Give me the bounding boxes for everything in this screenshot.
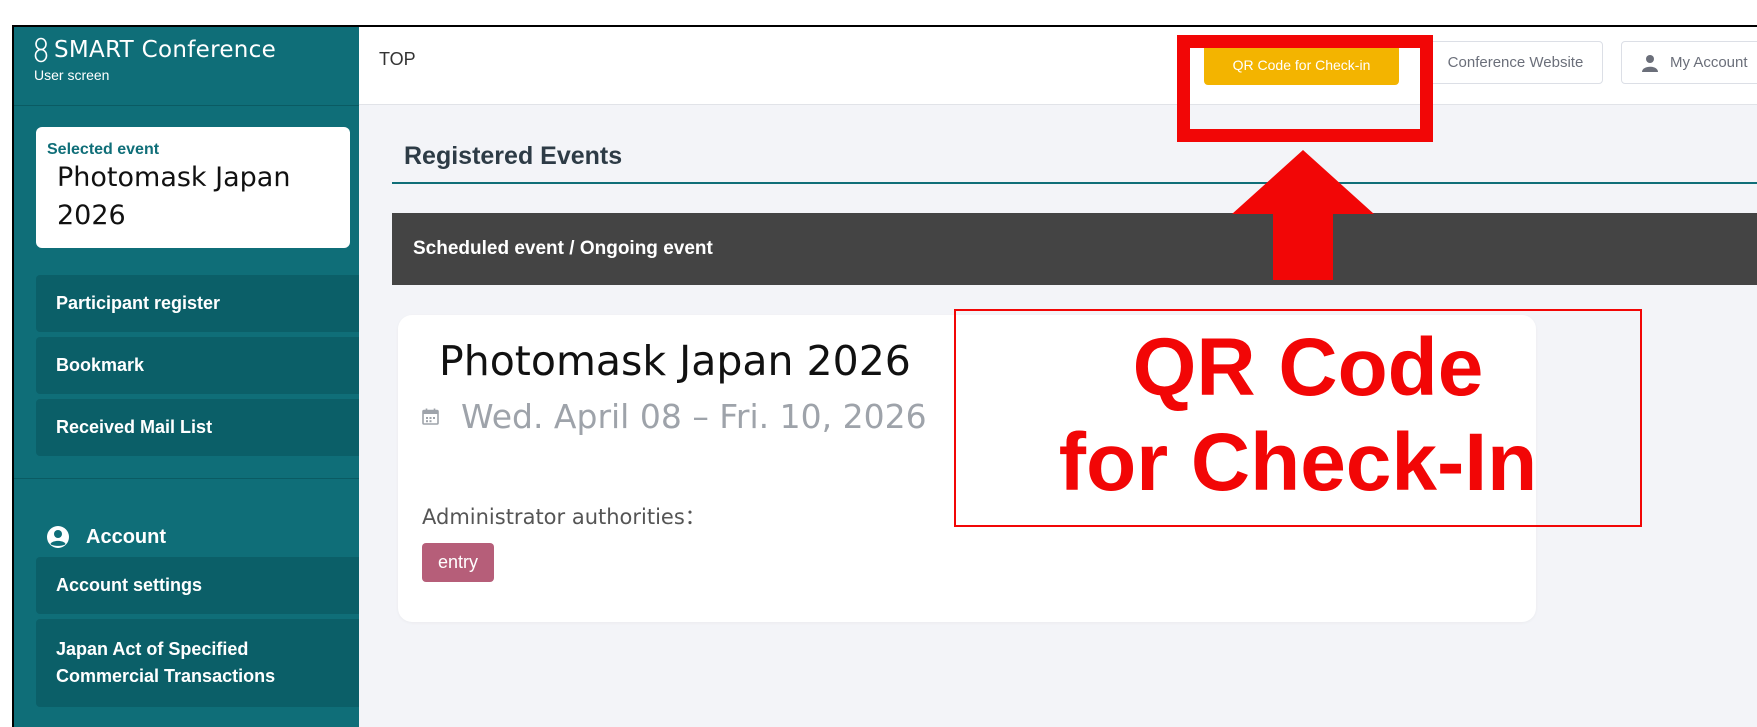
sidebar-item-label: Received Mail List <box>56 417 213 437</box>
selected-event-name: Photomask Japan 2026 <box>57 162 291 231</box>
sidebar: SMART Conference User screen Selected ev… <box>14 27 359 727</box>
event-date-text: Wed. April 08 – Fri. 10, 2026 <box>461 397 927 436</box>
event-name: Photomask Japan 2026 <box>439 337 911 385</box>
conference-website-button[interactable]: Conference Website <box>1428 41 1603 84</box>
highlight-box <box>1177 35 1433 142</box>
event-filter-label: Scheduled event / Ongoing event <box>413 238 713 259</box>
calendar-icon <box>422 408 439 425</box>
top-header: TOP QR Code for Check-in Conference Webs… <box>359 27 1757 105</box>
divider <box>14 478 359 479</box>
sidebar-item-participant-register[interactable]: Participant register <box>36 275 359 332</box>
sidebar-item-account-settings[interactable]: Account settings <box>36 557 359 614</box>
account-heading: Account <box>46 525 166 549</box>
selected-event-card[interactable]: Selected event Photomask Japan 2026 <box>36 127 350 248</box>
sidebar-item-japan-act[interactable]: Japan Act of Specified Commercial Transa… <box>36 619 359 707</box>
annotation-line-2: for Check-In <box>1058 417 1538 508</box>
my-account-button[interactable]: My Account <box>1621 41 1757 84</box>
arrow-up-icon <box>1232 150 1374 280</box>
event-date: Wed. April 08 – Fri. 10, 2026 <box>422 397 927 436</box>
sidebar-item-label: Participant register <box>56 293 221 313</box>
sidebar-item-label: Account settings <box>56 575 203 595</box>
brand[interactable]: SMART Conference User screen <box>34 37 276 83</box>
sidebar-item-received-mail-list[interactable]: Received Mail List <box>36 399 359 456</box>
event-filter-bar: Scheduled event / Ongoing event <box>392 213 1757 285</box>
divider <box>14 105 359 106</box>
admin-authorities-label: Administrator authorities： <box>422 505 706 529</box>
breadcrumb[interactable]: TOP <box>379 49 416 70</box>
infinity-icon <box>34 37 48 63</box>
account-heading-label: Account <box>86 525 166 548</box>
brand-subtitle: User screen <box>34 67 110 83</box>
page-title: Registered Events <box>404 142 623 170</box>
title-underline <box>392 182 1757 184</box>
person-icon <box>1642 54 1658 72</box>
annotation-callout: QR Code for Check-In <box>954 309 1642 527</box>
annotation-line-1: QR Code <box>1132 322 1484 413</box>
selected-event-label: Selected event <box>47 141 160 158</box>
user-circle-icon <box>47 526 69 548</box>
status-badge: entry <box>422 543 495 582</box>
sidebar-item-label: Bookmark <box>56 355 145 375</box>
app-window: SMART Conference User screen Selected ev… <box>12 25 1757 727</box>
brand-name: SMART Conference <box>54 37 277 63</box>
sidebar-item-label: Japan Act of Specified Commercial Transa… <box>56 639 276 686</box>
my-account-label: My Account <box>1670 54 1748 71</box>
sidebar-item-bookmark[interactable]: Bookmark <box>36 337 359 394</box>
